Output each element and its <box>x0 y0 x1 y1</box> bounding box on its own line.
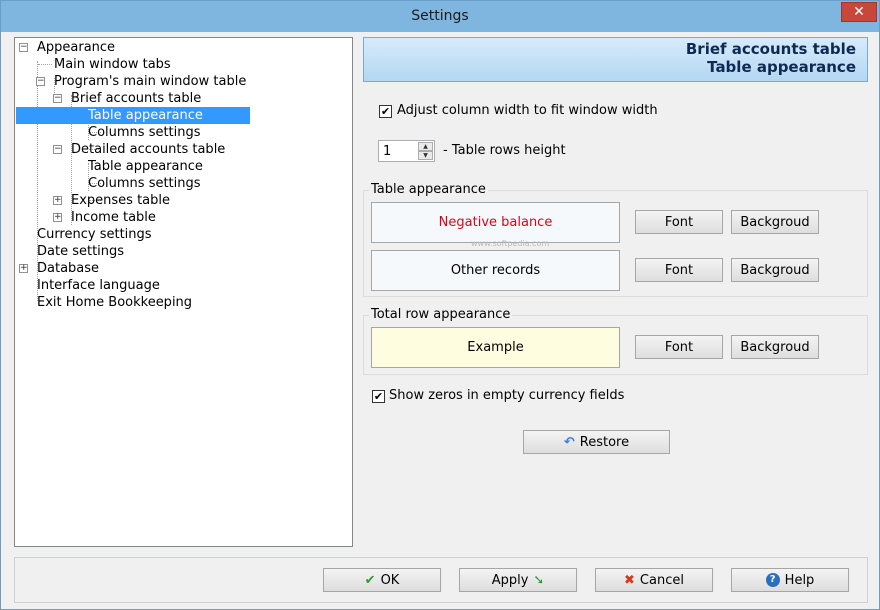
help-button[interactable]: ? Help <box>731 568 849 592</box>
apply-button[interactable]: Apply ➘ <box>459 568 577 592</box>
tree-item-expenses-table[interactable]: Expenses table <box>68 192 173 209</box>
total-row-example-label: Example <box>467 340 524 355</box>
tree-item-detailed-columns-settings[interactable]: Columns settings <box>85 175 204 192</box>
rows-height-spinner[interactable]: 1 ▲ ▼ <box>378 140 435 162</box>
apply-label: Apply <box>491 572 529 588</box>
total-row-title: Total row appearance <box>369 307 513 322</box>
tree-item-main-window-table[interactable]: Program's main window table <box>51 73 249 90</box>
adjust-width-checkbox[interactable]: ✔ <box>379 105 392 118</box>
total-font-button[interactable]: Font <box>635 335 723 359</box>
tree-item-detailed-table-appearance[interactable]: Table appearance <box>85 158 206 175</box>
rows-height-label: - Table rows height <box>443 143 566 158</box>
other-records-label: Other records <box>450 263 541 278</box>
ok-label: OK <box>380 572 400 588</box>
tree-item-income-table[interactable]: Income table <box>68 209 159 226</box>
expand-icon[interactable]: + <box>53 213 62 222</box>
tree-item-interface-language[interactable]: Interface language <box>34 277 163 294</box>
help-icon: ? <box>765 573 780 587</box>
expand-icon[interactable]: + <box>53 196 62 205</box>
show-zeros-checkbox[interactable]: ✔ <box>372 390 385 403</box>
negative-font-button[interactable]: Font <box>635 210 723 234</box>
cross-icon: ✖ <box>624 572 635 588</box>
other-records-sample: Other records <box>371 250 620 291</box>
negative-balance-sample: Negative balance <box>371 202 620 243</box>
collapse-icon[interactable]: − <box>36 77 45 86</box>
tree-item-database[interactable]: Database <box>34 260 102 277</box>
show-zeros-label: Show zeros in empty currency fields <box>389 388 625 403</box>
tree-connector <box>38 64 52 65</box>
tree-item-appearance[interactable]: Appearance <box>34 39 118 56</box>
section-subtitle: Table appearance <box>707 58 856 76</box>
arrow-down-right-icon: ➘ <box>533 572 545 588</box>
collapse-icon[interactable]: − <box>53 94 62 103</box>
cancel-button[interactable]: ✖ Cancel <box>595 568 713 592</box>
tree-item-date-settings[interactable]: Date settings <box>34 243 127 260</box>
settings-window: Settings ✕ − − − − + + + Appearance Main… <box>0 0 880 610</box>
title-bar: Settings ✕ <box>1 1 879 32</box>
watermark: www.softpedia.com <box>471 239 550 248</box>
cancel-label: Cancel <box>639 572 684 588</box>
rows-height-value[interactable]: 1 <box>383 144 391 159</box>
tree-item-brief-table-appearance[interactable]: Table appearance <box>16 107 250 124</box>
section-header: Brief accounts table Table appearance <box>363 37 868 82</box>
tree-item-detailed-accounts-table[interactable]: Detailed accounts table <box>68 141 228 158</box>
section-title: Brief accounts table <box>685 40 856 58</box>
check-icon: ✔ <box>364 572 376 588</box>
negative-balance-label: Negative balance <box>438 215 553 230</box>
total-row-example-sample: Example <box>371 327 620 368</box>
collapse-icon[interactable]: − <box>19 43 28 52</box>
tree-item-main-window-tabs[interactable]: Main window tabs <box>51 56 174 73</box>
total-background-button[interactable]: Backgroud <box>731 335 819 359</box>
restore-label: Restore <box>579 434 630 450</box>
collapse-icon[interactable]: − <box>53 145 62 154</box>
settings-tree[interactable]: − − − − + + + Appearance Main window tab… <box>14 37 353 547</box>
spin-up-icon[interactable]: ▲ <box>418 142 433 151</box>
close-button[interactable]: ✕ <box>841 2 877 22</box>
expand-icon[interactable]: + <box>19 264 28 273</box>
adjust-width-label: Adjust column width to fit window width <box>397 103 658 118</box>
spin-down-icon[interactable]: ▼ <box>418 151 433 160</box>
restore-button[interactable]: ↶ Restore <box>523 430 670 454</box>
other-background-button[interactable]: Backgroud <box>731 258 819 282</box>
help-label: Help <box>784 572 815 588</box>
table-appearance-title: Table appearance <box>369 182 488 197</box>
tree-item-exit-home-bookkeeping[interactable]: Exit Home Bookkeeping <box>34 294 195 311</box>
other-font-button[interactable]: Font <box>635 258 723 282</box>
tree-item-currency-settings[interactable]: Currency settings <box>34 226 155 243</box>
restore-icon: ↶ <box>563 434 575 450</box>
window-title: Settings <box>411 8 469 24</box>
tree-item-brief-accounts-table[interactable]: Brief accounts table <box>68 90 204 107</box>
ok-button[interactable]: ✔ OK <box>323 568 441 592</box>
negative-background-button[interactable]: Backgroud <box>731 210 819 234</box>
tree-item-brief-columns-settings[interactable]: Columns settings <box>85 124 204 141</box>
